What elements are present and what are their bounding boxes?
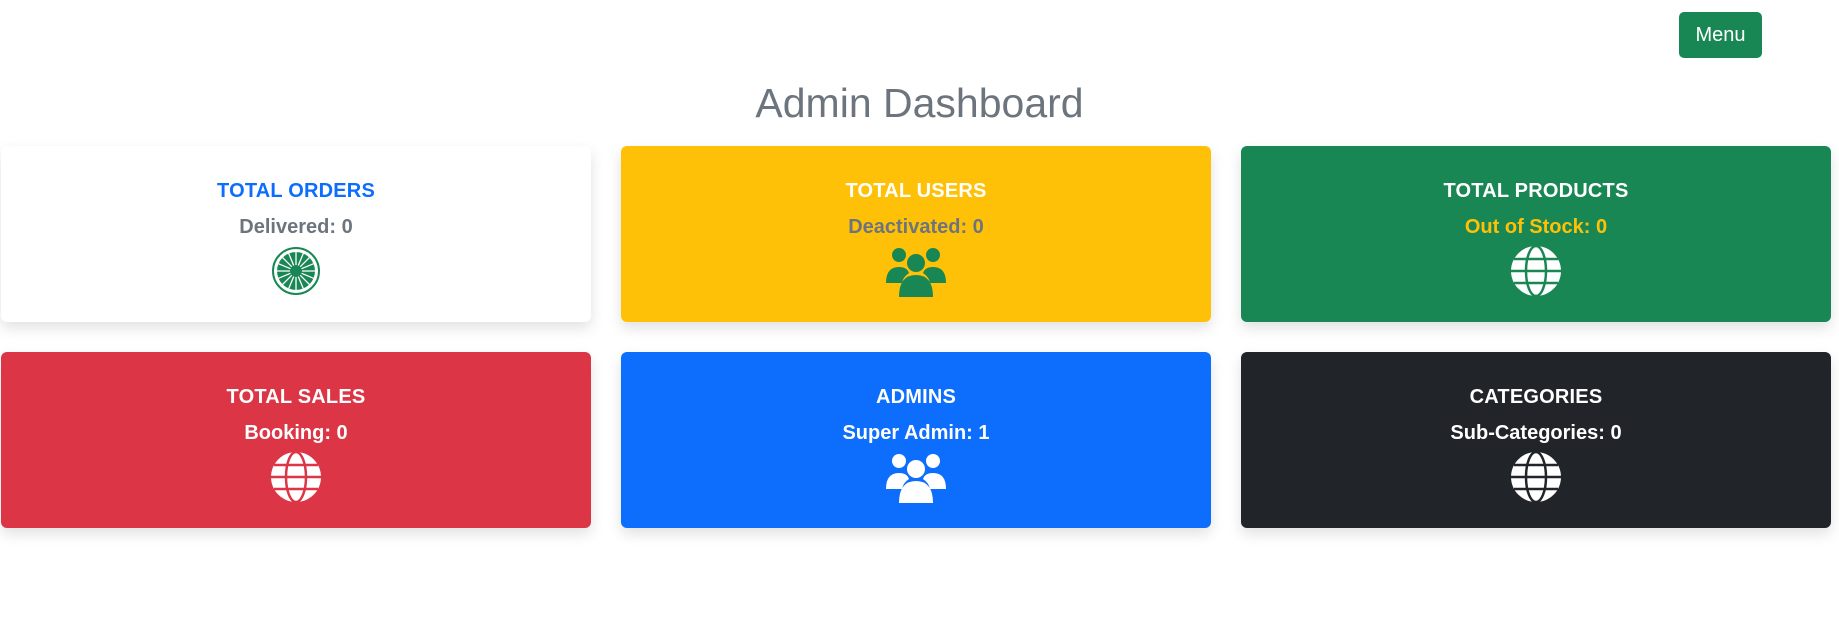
card-categories[interactable]: CATEGORIES Sub-Categories: 0 (1241, 352, 1831, 528)
card-title: CATEGORIES (1469, 386, 1603, 408)
card-title: TOTAL PRODUCTS (1443, 180, 1629, 202)
spinner-icon (265, 244, 327, 298)
card-subtitle: Delivered: 0 (239, 216, 353, 238)
card-title: TOTAL ORDERS (217, 180, 375, 202)
card-total-users[interactable]: TOTAL USERS Deactivated: 0 (621, 146, 1211, 322)
card-title: TOTAL SALES (226, 386, 366, 408)
card-total-products[interactable]: TOTAL PRODUCTS Out of Stock: 0 (1241, 146, 1831, 322)
card-title: ADMINS (875, 386, 957, 408)
card-total-orders[interactable]: TOTAL ORDERS Delivered: 0 (1, 146, 591, 322)
card-total-sales[interactable]: TOTAL SALES Booking: 0 (1, 352, 591, 528)
card-subtitle: Deactivated: 0 (848, 216, 984, 238)
globe-icon (265, 450, 327, 504)
menu-button[interactable]: Menu (1679, 12, 1762, 58)
page-title: Admin Dashboard (755, 80, 1084, 126)
globe-icon (1505, 244, 1567, 298)
globe-icon (1505, 450, 1567, 504)
card-subtitle: Out of Stock: 0 (1464, 216, 1608, 238)
card-admins[interactable]: ADMINS Super Admin: 1 (621, 352, 1211, 528)
top-bar: Menu (0, 0, 1839, 70)
users-icon (885, 450, 947, 504)
card-subtitle: Super Admin: 1 (842, 422, 990, 444)
card-subtitle: Sub-Categories: 0 (1450, 422, 1622, 444)
card-title: TOTAL USERS (845, 180, 987, 202)
card-subtitle: Booking: 0 (244, 422, 348, 444)
users-icon (885, 244, 947, 298)
